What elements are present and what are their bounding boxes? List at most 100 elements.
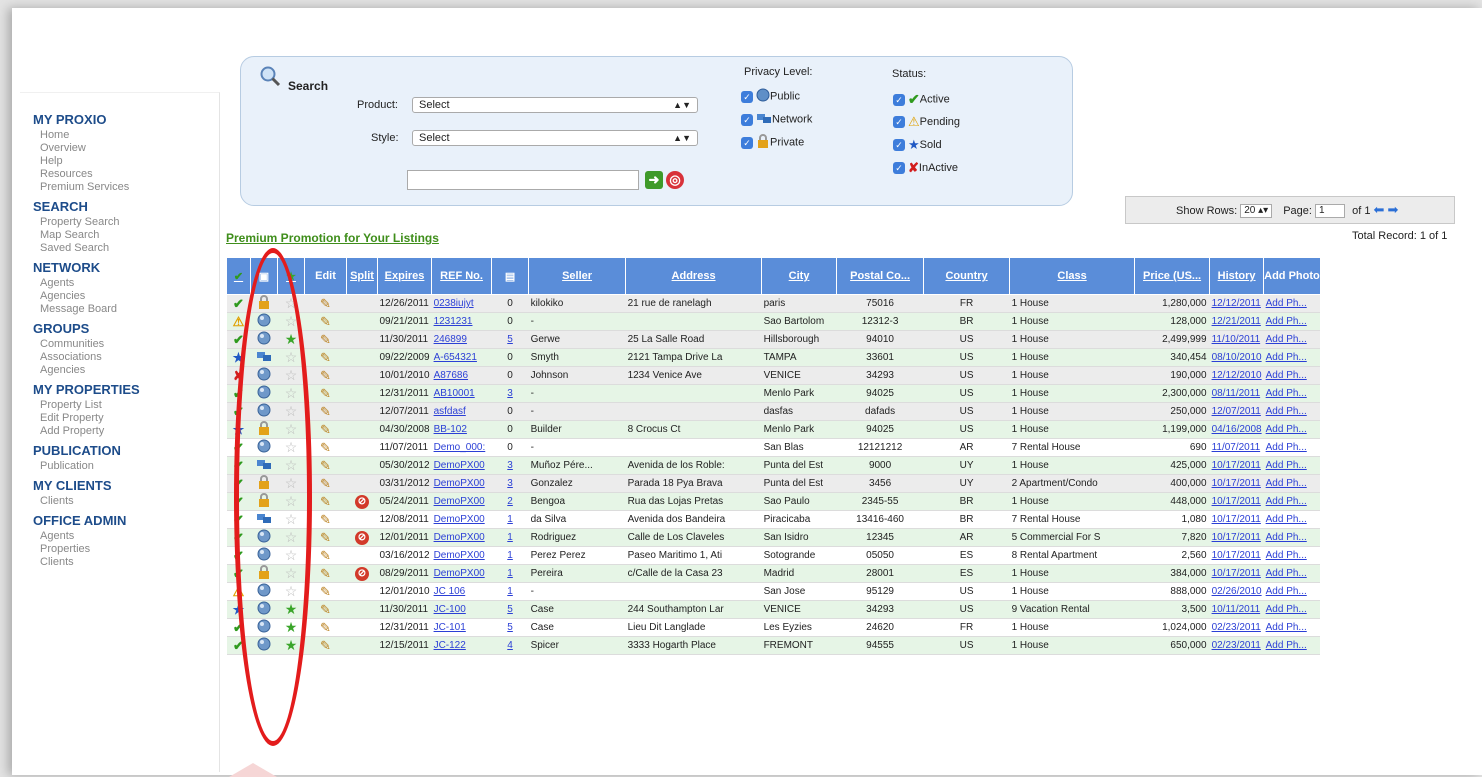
split-column-header[interactable]: Split — [346, 257, 378, 295]
country-column-header[interactable]: Country — [923, 257, 1011, 295]
checkbox-checked-icon[interactable]: ✓ — [893, 116, 905, 128]
ref-no-link[interactable]: A87686 — [434, 370, 468, 381]
pencil-edit-icon[interactable]: ✎ — [320, 476, 331, 491]
status-column-header[interactable]: ✔ — [226, 257, 251, 295]
checkbox-checked-icon[interactable]: ✓ — [741, 113, 753, 126]
pencil-edit-icon[interactable]: ✎ — [320, 350, 331, 365]
add-photo-link[interactable]: Add Ph... — [1266, 586, 1307, 597]
pencil-edit-icon[interactable]: ✎ — [320, 494, 331, 509]
ref-no-link[interactable]: DemoPX00 — [434, 568, 485, 579]
add-photo-link[interactable]: Add Ph... — [1266, 478, 1307, 489]
pencil-edit-icon[interactable]: ✎ — [320, 404, 331, 419]
split-no-entry-icon[interactable]: ⊘ — [355, 530, 369, 545]
table-row[interactable]: ★ ☆ ✎ 09/22/2009 A-654321 0 Smyth 2121 Tampa Dr… — [226, 348, 1321, 367]
privacy-network-option[interactable]: ✓ Network — [741, 111, 812, 128]
ref-no-link[interactable]: BB-102 — [434, 424, 467, 435]
sidebar-item[interactable]: Properties — [40, 543, 219, 556]
table-row[interactable]: ✔ ★ ✎ 12/31/2011 JC-101 5 Case Lieu Dit Langlad… — [226, 618, 1321, 637]
pencil-edit-icon[interactable]: ✎ — [320, 332, 331, 347]
sidebar-item[interactable]: Help — [40, 155, 219, 168]
table-row[interactable]: ✔ ☆ ✎ 03/31/2012 DemoPX00 3 Gonzalez Parada 18 … — [226, 474, 1321, 493]
table-row[interactable]: ✔ ☆ ✎ 12/08/2011 DemoPX00 1 da Silva Avenida do… — [226, 510, 1321, 529]
sidebar-heading[interactable]: GROUPS — [33, 321, 219, 336]
prev-page-arrow-icon[interactable]: ⬅ — [1374, 202, 1385, 217]
sidebar-item[interactable]: Property List — [40, 399, 219, 412]
history-column-header[interactable]: History — [1209, 257, 1265, 295]
add-photo-link[interactable]: Add Ph... — [1266, 316, 1307, 327]
ref-no-link[interactable]: DemoPX00 — [434, 550, 485, 561]
ref-no-link[interactable]: A-654321 — [434, 352, 477, 363]
add-photo-link[interactable]: Add Ph... — [1266, 298, 1307, 309]
photo-count[interactable]: 3 — [507, 460, 513, 471]
sidebar-item[interactable]: Message Board — [40, 303, 219, 316]
history-link[interactable]: 11/07/2011 — [1212, 442, 1261, 453]
pencil-edit-icon[interactable]: ✎ — [320, 530, 331, 545]
ref-no-link[interactable]: DemoPX00 — [434, 460, 485, 471]
sidebar-heading[interactable]: MY PROPERTIES — [33, 382, 219, 397]
history-link[interactable]: 04/16/2008 — [1212, 424, 1262, 435]
sidebar-heading[interactable]: MY CLIENTS — [33, 478, 219, 493]
photo-count[interactable]: 1 — [507, 532, 513, 543]
sidebar-item[interactable]: Agencies — [40, 290, 219, 303]
photo-count[interactable]: 5 — [507, 604, 513, 615]
pencil-edit-icon[interactable]: ✎ — [320, 386, 331, 401]
ref-no-link[interactable]: Demo_000: — [434, 442, 486, 453]
sidebar-item[interactable]: Agents — [40, 277, 219, 290]
sidebar-item[interactable]: Home — [40, 129, 219, 142]
photo-count[interactable]: 1 — [507, 550, 513, 561]
table-row[interactable]: ★ ★ ✎ 11/30/2011 JC-100 5 Case 244 Southampton … — [226, 600, 1321, 619]
history-link[interactable]: 11/10/2011 — [1212, 334, 1261, 345]
add-photo-link[interactable]: Add Ph... — [1266, 460, 1307, 471]
sidebar-heading[interactable]: MY PROXIO — [33, 112, 219, 127]
photo-count[interactable]: 2 — [507, 496, 513, 507]
ref-no-link[interactable]: DemoPX00 — [434, 532, 485, 543]
ref-no-link[interactable]: JC-122 — [434, 640, 466, 651]
sidebar-item[interactable]: Associations — [40, 351, 219, 364]
product-select[interactable]: Select ▲▼ — [412, 97, 698, 113]
status-inactive-option[interactable]: ✓ ✘InActive — [893, 160, 958, 176]
add-photo-link[interactable]: Add Ph... — [1266, 352, 1307, 363]
sidebar-item[interactable]: Premium Services — [40, 181, 219, 194]
table-row[interactable]: ✔ ★ ✎ 11/30/2011 246899 5 Gerwe 25 La Salle Roa… — [226, 330, 1321, 349]
go-arrow-button[interactable]: ➜ — [645, 171, 663, 189]
sidebar-heading[interactable]: PUBLICATION — [33, 443, 219, 458]
sidebar-item[interactable]: Map Search — [40, 229, 219, 242]
history-link[interactable]: 08/11/2011 — [1212, 388, 1261, 399]
history-link[interactable]: 10/17/2011 — [1212, 514, 1261, 525]
add-photo-link[interactable]: Add Ph... — [1266, 442, 1307, 453]
pencil-edit-icon[interactable]: ✎ — [320, 314, 331, 329]
history-link[interactable]: 02/23/2011 — [1212, 640, 1261, 651]
table-row[interactable]: ✔ ☆ ✎ ⊘ 05/24/2011 DemoPX00 2 Bengoa Rua das Loj… — [226, 492, 1321, 511]
add-photo-link[interactable]: Add Ph... — [1266, 370, 1307, 381]
photo-count[interactable]: 5 — [507, 622, 513, 633]
sidebar-item[interactable]: Communities — [40, 338, 219, 351]
checkbox-checked-icon[interactable]: ✓ — [893, 139, 905, 151]
price-column-header[interactable]: Price (US... — [1134, 257, 1211, 295]
table-row[interactable]: ✔ ☆ ✎ 05/30/2012 DemoPX00 3 Muñoz Pére... Aveni… — [226, 456, 1321, 475]
search-text-input[interactable] — [407, 170, 639, 190]
history-link[interactable]: 10/17/2011 — [1212, 568, 1261, 579]
add-photo-link[interactable]: Add Ph... — [1266, 424, 1307, 435]
photo-count[interactable]: 3 — [507, 388, 513, 399]
table-row[interactable]: ✔ ★ ✎ 12/15/2011 JC-122 4 Spicer 3333 Hogarth P… — [226, 636, 1321, 655]
sidebar-item[interactable]: Publication — [40, 460, 219, 473]
history-link[interactable]: 10/17/2011 — [1212, 496, 1261, 507]
ref-no-link[interactable]: DemoPX00 — [434, 514, 485, 525]
checkbox-checked-icon[interactable]: ✓ — [893, 93, 905, 106]
edit-column-header[interactable]: Edit — [304, 257, 347, 295]
ref-no-link[interactable]: JC-100 — [434, 604, 466, 615]
sidebar-item[interactable]: Property Search — [40, 216, 219, 229]
sidebar-heading[interactable]: NETWORK — [33, 260, 219, 275]
ref-no-column-header[interactable]: REF No. — [431, 257, 493, 295]
photo-count[interactable]: 1 — [507, 568, 513, 579]
ref-no-link[interactable]: DemoPX00 — [434, 496, 485, 507]
history-link[interactable]: 12/21/2011 — [1212, 316, 1261, 327]
sidebar-item[interactable]: Agencies — [40, 364, 219, 377]
table-row[interactable]: ⚠ ☆ ✎ 12/01/2010 JC 106 1- San Jose 95129 US 1 Ho… — [226, 582, 1321, 601]
pencil-edit-icon[interactable]: ✎ — [320, 296, 331, 311]
table-row[interactable]: ✔ ☆ ✎ 03/16/2012 DemoPX00 1 Perez Perez Paseo M… — [226, 546, 1321, 565]
style-select[interactable]: Select ▲▼ — [412, 130, 698, 146]
add-photo-link[interactable]: Add Ph... — [1266, 550, 1307, 561]
photos-column-header[interactable]: ▤ — [491, 257, 530, 295]
reset-target-button[interactable]: ◎ — [666, 171, 684, 189]
